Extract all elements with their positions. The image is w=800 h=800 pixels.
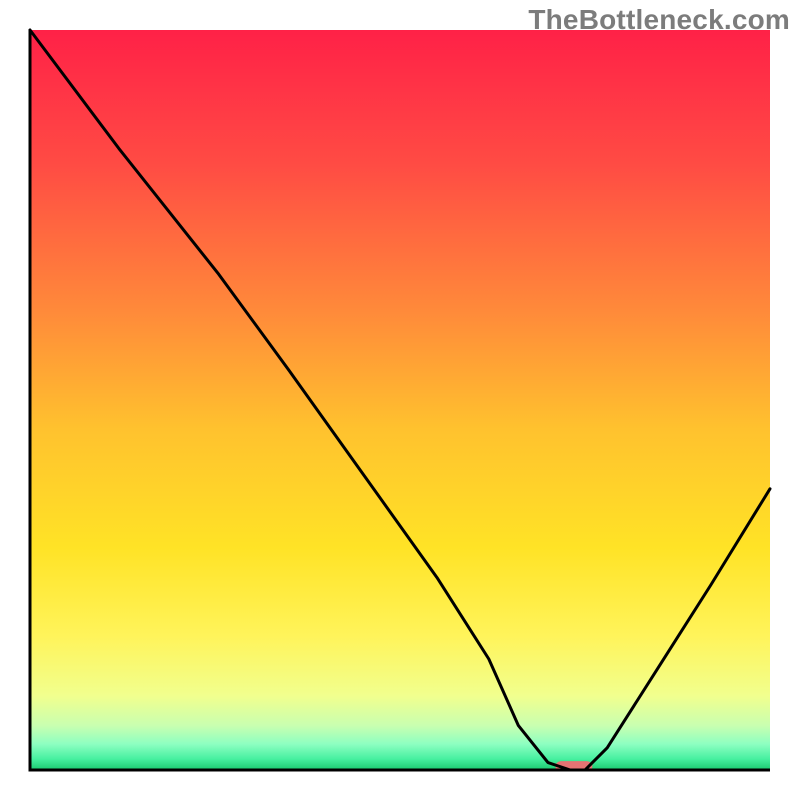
chart-container: TheBottleneck.com	[0, 0, 800, 800]
watermark-text: TheBottleneck.com	[528, 4, 790, 36]
chart-background	[30, 30, 770, 770]
bottleneck-chart	[0, 0, 800, 800]
